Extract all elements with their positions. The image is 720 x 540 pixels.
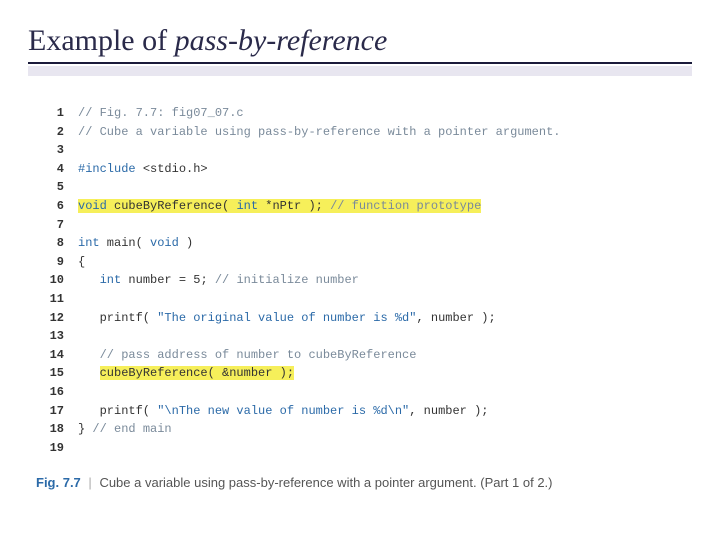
line-number: 12	[36, 309, 64, 328]
code-token: // Fig. 7.7: fig07_07.c	[78, 106, 244, 120]
code-token: )	[179, 236, 193, 250]
line-number: 7	[36, 216, 64, 235]
code-line: 16	[36, 383, 692, 402]
code-line: 14 // pass address of number to cubeByRe…	[36, 346, 692, 365]
code-token	[78, 348, 100, 362]
code-token: void	[78, 199, 107, 213]
code-token: <stdio.h>	[143, 162, 208, 176]
code-line: 2 // Cube a variable using pass-by-refere…	[36, 123, 692, 142]
code-token: main(	[100, 236, 150, 250]
code-token: printf(	[78, 311, 157, 325]
line-number: 10	[36, 271, 64, 290]
figure-label: Fig. 7.7	[36, 475, 81, 490]
code-token: // end main	[92, 422, 171, 436]
code-token: {	[78, 255, 85, 269]
title-italic: pass-by-reference	[175, 24, 388, 57]
title-underline	[28, 62, 692, 64]
code-token: "The original value of number is %d"	[157, 311, 416, 325]
code-line: 4 #include <stdio.h>	[36, 160, 692, 179]
code-token: number =	[121, 273, 193, 287]
code-token: int	[100, 273, 122, 287]
code-line: 12 printf( "The original value of number…	[36, 309, 692, 328]
line-content: int number = 5; // initialize number	[78, 271, 359, 290]
caption-text: Cube a variable using pass-by-reference …	[99, 475, 552, 490]
slide-title: Example of pass-by-reference	[28, 24, 692, 58]
code-line: 10 int number = 5; // initialize number	[36, 271, 692, 290]
line-number: 1	[36, 104, 64, 123]
line-number: 17	[36, 402, 64, 421]
line-content: #include <stdio.h>	[78, 160, 208, 179]
code-token: "\nThe new value of number is %d\n"	[157, 404, 409, 418]
line-number: 16	[36, 383, 64, 402]
caption-separator: |	[88, 475, 91, 490]
line-number: 4	[36, 160, 64, 179]
code-token: #include	[78, 162, 143, 176]
code-line: 9{	[36, 253, 692, 272]
line-number: 8	[36, 234, 64, 253]
code-line: 1 // Fig. 7.7: fig07_07.c	[36, 104, 692, 123]
code-token: cubeByReference( &number );	[100, 366, 294, 380]
code-line: 5	[36, 178, 692, 197]
code-token: // pass address of number to cubeByRefer…	[100, 348, 417, 362]
line-number: 14	[36, 346, 64, 365]
code-line: 15 cubeByReference( &number );	[36, 364, 692, 383]
code-line: 11	[36, 290, 692, 309]
line-number: 3	[36, 141, 64, 160]
line-content: printf( "\nThe new value of number is %d…	[78, 402, 488, 421]
line-content: cubeByReference( &number );	[78, 364, 294, 383]
code-token: cubeByReference(	[107, 199, 237, 213]
code-line: 6 void cubeByReference( int *nPtr ); // f…	[36, 197, 692, 216]
line-number: 2	[36, 123, 64, 142]
line-content: // Cube a variable using pass-by-referen…	[78, 123, 560, 142]
code-token: // initialize number	[215, 273, 359, 287]
code-line: 7	[36, 216, 692, 235]
line-content: int main( void )	[78, 234, 193, 253]
code-line: 19	[36, 439, 692, 458]
line-number: 11	[36, 290, 64, 309]
line-content: printf( "The original value of number is…	[78, 309, 496, 328]
code-token: // Cube a variable using pass-by-referen…	[78, 125, 560, 139]
code-token: int	[236, 199, 258, 213]
line-content: {	[78, 253, 85, 272]
code-token: ;	[200, 273, 214, 287]
code-line: 3	[36, 141, 692, 160]
line-number: 6	[36, 197, 64, 216]
figure-caption: Fig. 7.7 | Cube a variable using pass-by…	[36, 473, 692, 493]
code-token	[78, 366, 100, 380]
line-number: 9	[36, 253, 64, 272]
code-token	[78, 273, 100, 287]
code-token: , number );	[416, 311, 495, 325]
code-token: int	[78, 236, 100, 250]
code-token: *nPtr );	[258, 199, 330, 213]
line-number: 15	[36, 364, 64, 383]
line-content: // pass address of number to cubeByRefer…	[78, 346, 416, 365]
code-token: // function prototype	[330, 199, 481, 213]
line-content: void cubeByReference( int *nPtr ); // fu…	[78, 197, 481, 216]
code-line: 17 printf( "\nThe new value of number is…	[36, 402, 692, 421]
line-number: 5	[36, 178, 64, 197]
code-line: 8 int main( void )	[36, 234, 692, 253]
slide: Example of pass-by-reference 1 // Fig. 7.…	[0, 0, 720, 540]
line-content: // Fig. 7.7: fig07_07.c	[78, 104, 244, 123]
code-token: , number );	[409, 404, 488, 418]
code-line: 18} // end main	[36, 420, 692, 439]
line-content: } // end main	[78, 420, 172, 439]
code-token: printf(	[78, 404, 157, 418]
code-token: }	[78, 422, 92, 436]
code-block: 1 // Fig. 7.7: fig07_07.c 2 // Cube a varia…	[36, 104, 692, 457]
code-line: 13	[36, 327, 692, 346]
code-token: void	[150, 236, 179, 250]
line-number: 18	[36, 420, 64, 439]
line-number: 19	[36, 439, 64, 458]
title-band	[28, 66, 692, 76]
line-number: 13	[36, 327, 64, 346]
title-prefix: Example of	[28, 24, 175, 57]
